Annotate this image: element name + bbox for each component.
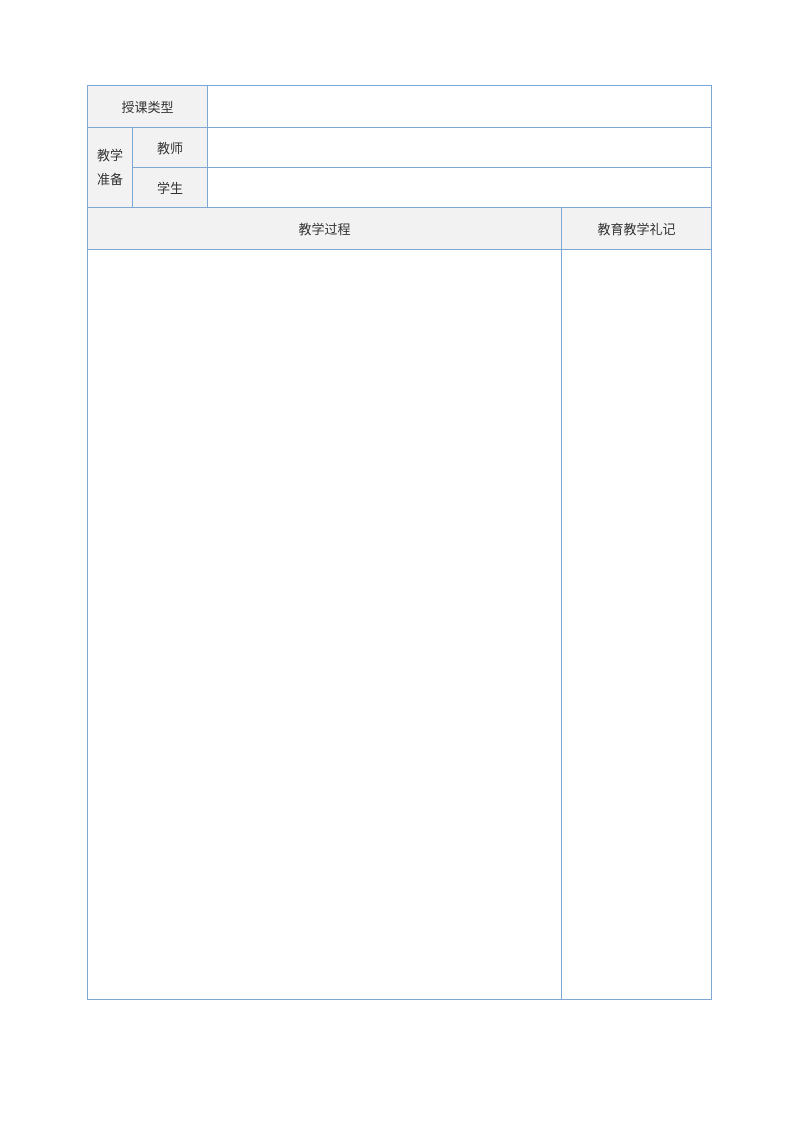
teaching-process-header: 教学过程 — [88, 208, 562, 250]
teaching-notes-header: 教育教学礼记 — [562, 208, 712, 250]
lesson-type-label: 授课类型 — [88, 86, 208, 128]
teacher-prep-value — [208, 128, 712, 168]
teacher-prep-row: 教学 准备 教师 — [88, 128, 712, 168]
prep-text-line1: 教学 — [97, 148, 123, 163]
teacher-label: 教师 — [133, 128, 208, 168]
student-prep-value — [208, 168, 712, 208]
teaching-prep-label: 教学 准备 — [88, 128, 133, 208]
content-body-row — [88, 250, 712, 1000]
lesson-plan-table: 授课类型 教学 准备 教师 学生 教学过程 教育教学礼记 — [87, 85, 712, 1000]
prep-text-line2: 准备 — [97, 172, 123, 187]
student-prep-row: 学生 — [88, 168, 712, 208]
student-label: 学生 — [133, 168, 208, 208]
lesson-type-row: 授课类型 — [88, 86, 712, 128]
teaching-notes-body — [562, 250, 712, 1000]
lesson-type-value — [208, 86, 712, 128]
section-header-row: 教学过程 教育教学礼记 — [88, 208, 712, 250]
teaching-process-body — [88, 250, 562, 1000]
main-table: 授课类型 教学 准备 教师 学生 教学过程 教育教学礼记 — [87, 85, 712, 1000]
